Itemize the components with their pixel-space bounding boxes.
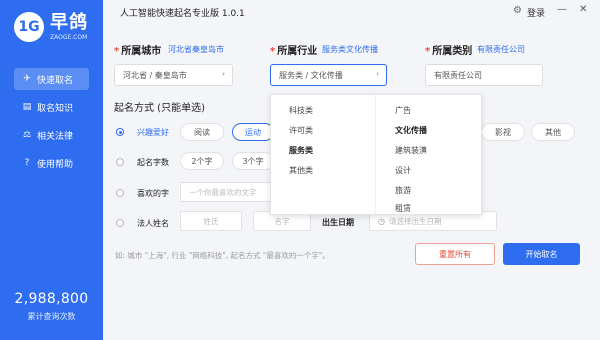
- industry-select[interactable]: 服务类 / 文化传播 ›: [270, 64, 387, 86]
- title-bar: 人工智能快速起名专业版 1.0.1 ⚙ 登录 — ✕: [103, 0, 600, 24]
- birth-date-label: 出生日期: [322, 218, 354, 227]
- char-count-option[interactable]: 2个字: [180, 152, 224, 170]
- surname-input[interactable]: 姓氏: [180, 211, 242, 231]
- help-icon: ?: [24, 158, 30, 168]
- query-counter: 2,988,800 累计查询次数: [0, 291, 103, 322]
- favorite-char-label: 喜欢的字: [137, 189, 169, 198]
- sidebar-nav: ✈ 快速取名 ▤ 取名知识 ⚖ 相关法律 ? 使用帮助: [14, 68, 89, 180]
- query-count-value: 2,988,800: [14, 291, 89, 307]
- radio-favorite-char[interactable]: [116, 189, 124, 197]
- book-icon: ▤: [22, 102, 32, 112]
- rocket-icon: ✈: [23, 74, 31, 84]
- example-text: 如: 城市 "上海", 行业 "网络科技", 起名方式 "最喜欢的一个字"。: [115, 251, 330, 260]
- radio-char-count[interactable]: [116, 158, 124, 166]
- dropdown-category-item[interactable]: 科技类: [289, 105, 313, 116]
- radio-legal-person[interactable]: [116, 219, 124, 227]
- hobby-option[interactable]: 阅读: [180, 123, 224, 141]
- legal-person-label: 法人姓名: [137, 219, 169, 228]
- dropdown-industry-item[interactable]: 建筑装潢: [395, 145, 427, 156]
- chevron-right-icon: ›: [376, 70, 379, 78]
- window-title: 人工智能快速起名专业版 1.0.1: [120, 9, 245, 19]
- calendar-icon: ◷: [378, 216, 385, 226]
- sidebar-item-help[interactable]: ? 使用帮助: [14, 152, 89, 174]
- dropdown-category-item-selected[interactable]: 服务类: [289, 145, 313, 156]
- logo-mark-icon: 1G: [14, 12, 44, 42]
- method-title: 起名方式 (只能单选): [114, 103, 205, 114]
- industry-hint: 服务类文化传播: [322, 45, 378, 54]
- hobby-label: 兴趣爱好: [137, 128, 169, 137]
- start-naming-button[interactable]: 开始取名: [503, 243, 580, 265]
- dropdown-divider: [375, 95, 376, 214]
- reset-button[interactable]: 重置所有: [415, 243, 495, 265]
- login-button[interactable]: 登录: [527, 6, 545, 19]
- industry-dropdown: 科技类 许可类 服务类 其他类 广告 文化传播 建筑装潢 设计 旅游 租赁: [270, 94, 482, 215]
- logo-name: 早鸽: [50, 11, 88, 33]
- sidebar: 1G 早鸽 ZAOGE.COM ✈ 快速取名 ▤ 取名知识 ⚖ 相关法律 ? 使…: [0, 0, 103, 340]
- hobby-option[interactable]: 影视: [481, 123, 525, 141]
- scale-icon: ⚖: [22, 130, 32, 140]
- logo: 1G 早鸽 ZAOGE.COM: [14, 12, 88, 42]
- dropdown-category-item[interactable]: 许可类: [289, 125, 313, 136]
- hobby-option[interactable]: 其他: [531, 123, 575, 141]
- chevron-right-icon: ›: [222, 70, 225, 78]
- sidebar-item-related-laws[interactable]: ⚖ 相关法律: [14, 124, 89, 146]
- category-hint: 有限责任公司: [477, 45, 525, 54]
- query-count-label: 累计查询次数: [27, 312, 76, 321]
- close-icon[interactable]: ✕: [579, 4, 587, 15]
- hobby-option-selected[interactable]: 运动: [232, 123, 274, 141]
- char-count-label: 起名字数: [137, 158, 169, 167]
- radio-hobby[interactable]: [116, 128, 124, 136]
- dropdown-industry-item-selected[interactable]: 文化传播: [395, 125, 427, 136]
- city-label: * 所属城市: [114, 46, 162, 57]
- logo-subtitle: ZAOGE.COM: [50, 33, 88, 41]
- minimize-icon[interactable]: —: [557, 4, 567, 15]
- industry-label: * 所属行业: [270, 46, 318, 57]
- dropdown-industry-item[interactable]: 广告: [395, 105, 411, 116]
- sidebar-item-label: 相关法律: [37, 131, 74, 142]
- char-count-option[interactable]: 3个字: [232, 152, 274, 170]
- category-select[interactable]: 有限责任公司: [425, 64, 543, 86]
- city-hint: 河北省秦皇岛市: [168, 45, 224, 54]
- category-label: * 所属类别: [425, 46, 473, 57]
- sidebar-item-quick-naming[interactable]: ✈ 快速取名: [14, 68, 89, 90]
- dropdown-industry-item[interactable]: 旅游: [395, 185, 411, 196]
- dropdown-industry-item[interactable]: 设计: [395, 165, 411, 176]
- gear-icon[interactable]: ⚙: [513, 5, 522, 16]
- sidebar-item-label: 使用帮助: [37, 159, 74, 170]
- sidebar-item-label: 取名知识: [37, 103, 74, 114]
- sidebar-item-label: 快速取名: [37, 75, 74, 86]
- sidebar-item-naming-knowledge[interactable]: ▤ 取名知识: [14, 96, 89, 118]
- city-select[interactable]: 河北省 / 秦皇岛市 ›: [114, 64, 233, 86]
- dropdown-category-item[interactable]: 其他类: [289, 165, 313, 176]
- dropdown-industry-item[interactable]: 租赁: [395, 203, 411, 214]
